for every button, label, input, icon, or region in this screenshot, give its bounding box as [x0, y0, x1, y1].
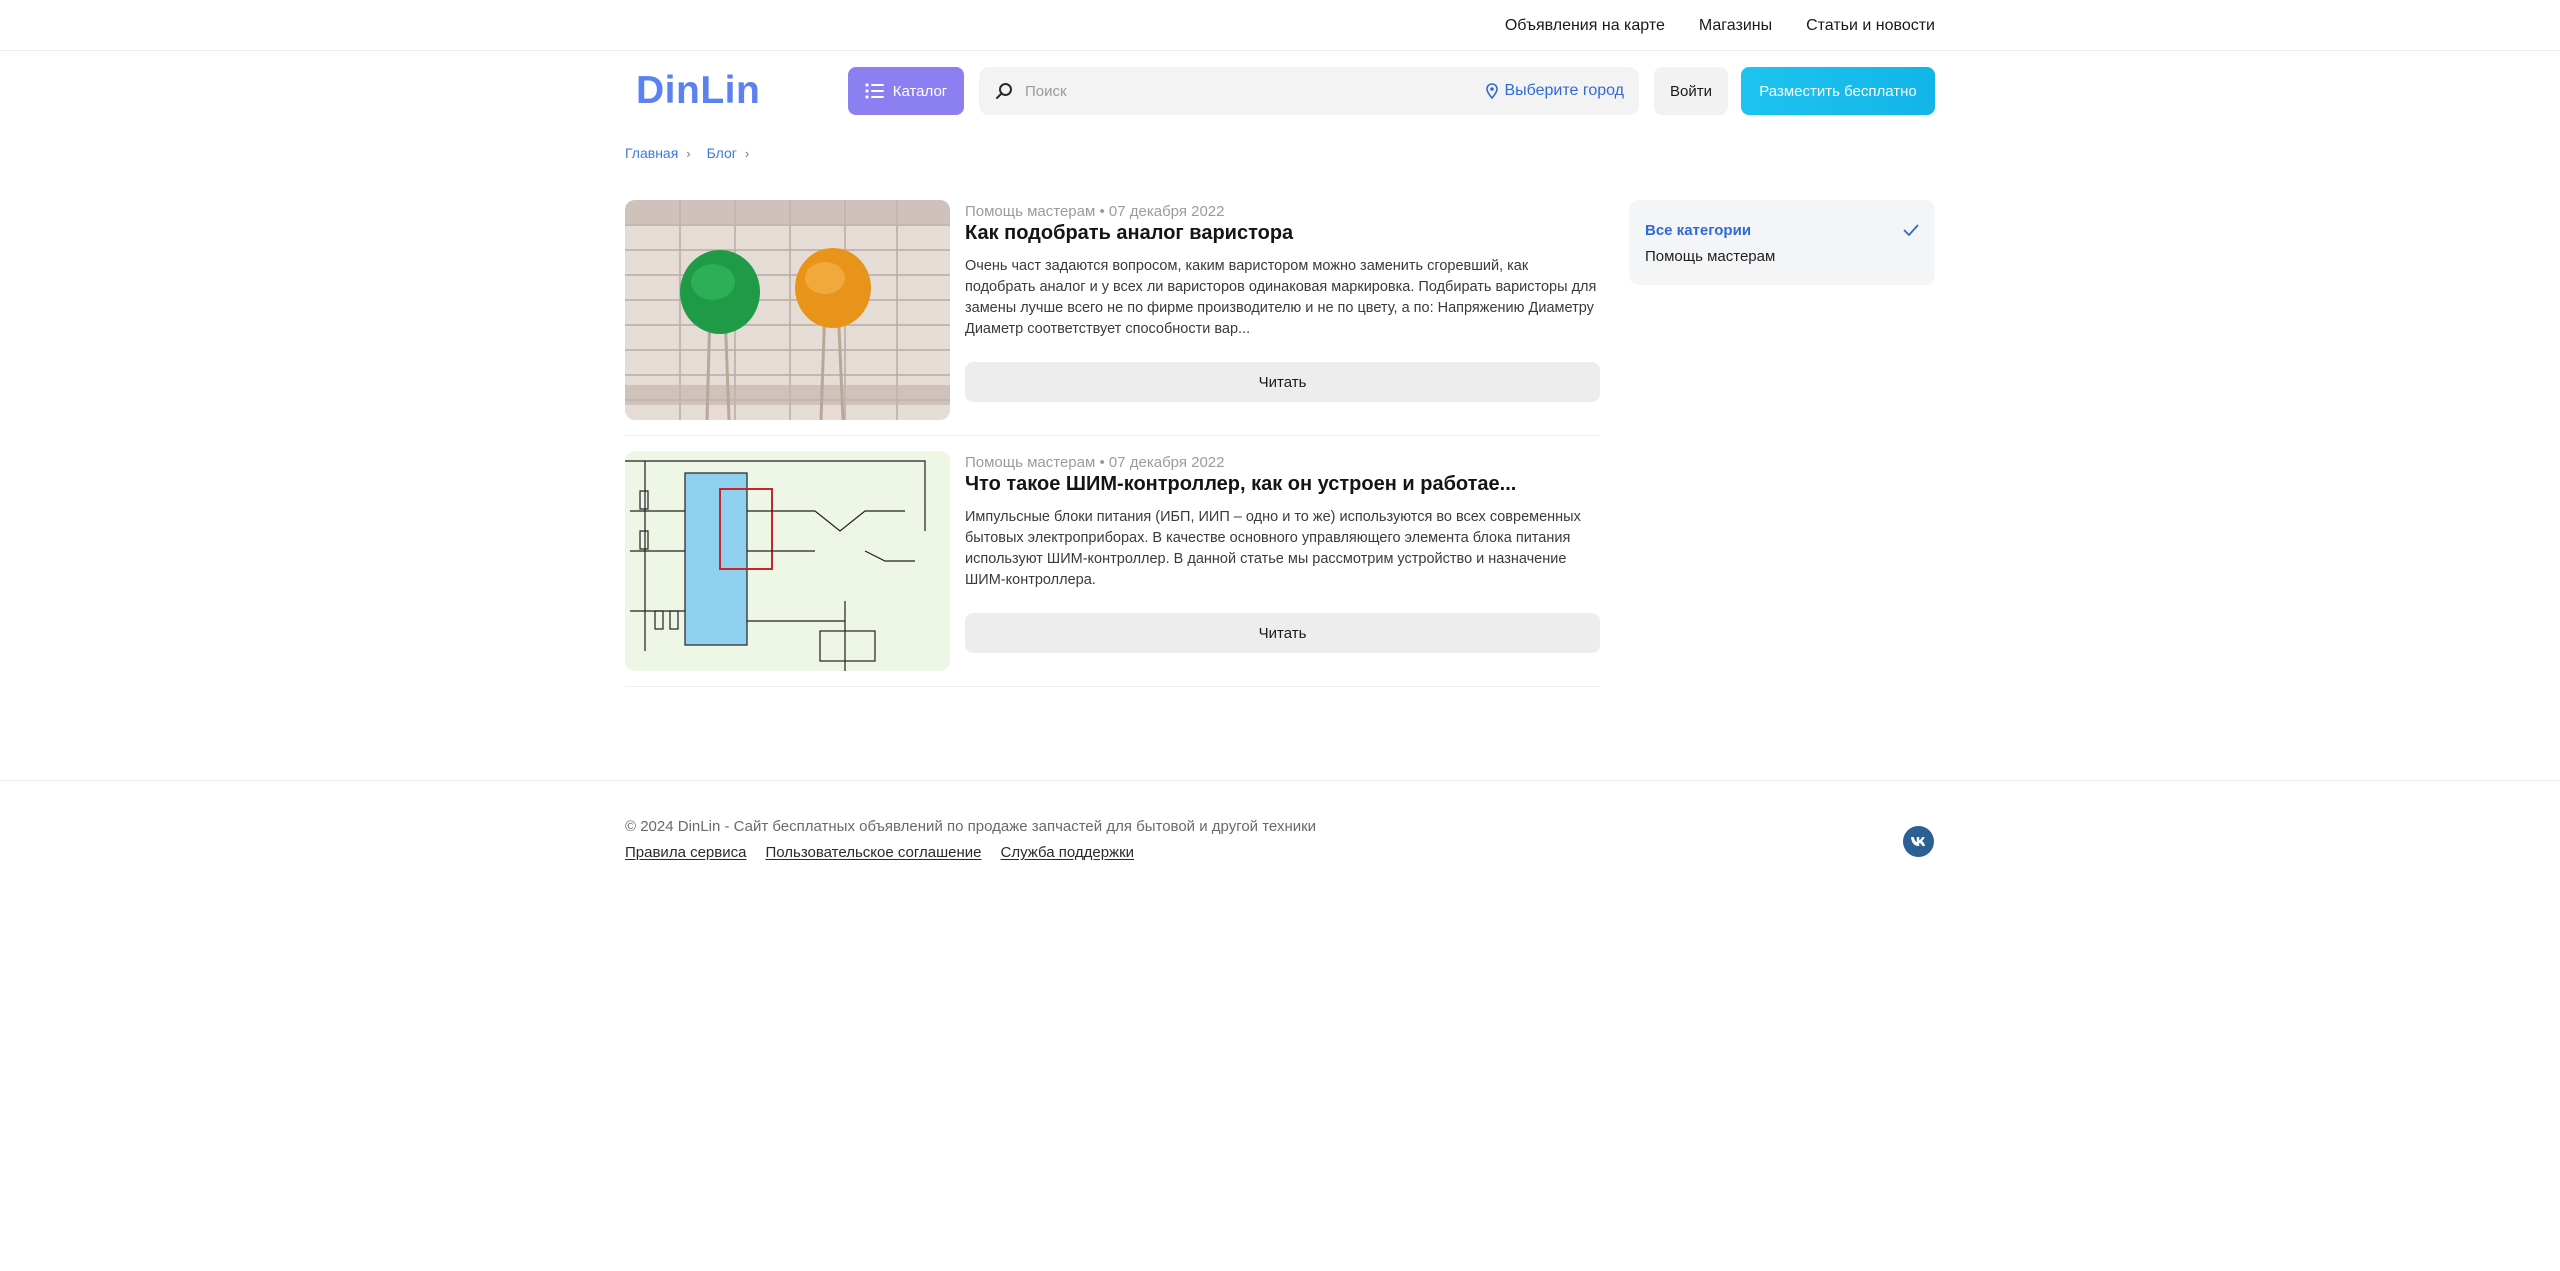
top-bar: Объявления на карте Магазины Статьи и но… [0, 0, 2560, 51]
search-input[interactable] [1025, 67, 1445, 115]
top-link-articles[interactable]: Статьи и новости [1806, 17, 1935, 35]
footer: © 2024 DinLin - Сайт бесплатных объявлен… [0, 780, 2560, 910]
category-label: Помощь мастерам [1645, 247, 1776, 265]
breadcrumb: Главная › Блог › [625, 145, 757, 161]
article-excerpt: Очень част задаются вопросом, каким вари… [965, 258, 1597, 337]
circuit-schematic-icon [625, 451, 950, 671]
footer-links: Правила сервиса Пользовательское соглаше… [625, 844, 1134, 861]
article-card: Помощь мастерам • 07 декабря 2022 Как по… [625, 200, 1600, 436]
checkmark-icon [1903, 224, 1919, 236]
search-icon [996, 83, 1012, 99]
article-card: Помощь мастерам • 07 декабря 2022 Что та… [625, 451, 1600, 687]
category-master-help[interactable]: Помощь мастерам [1645, 243, 1919, 269]
vk-icon[interactable] [1903, 826, 1934, 857]
city-selector[interactable]: Выберите город [1486, 67, 1624, 115]
location-pin-icon [1486, 83, 1499, 99]
catalog-label: Каталог [892, 82, 948, 100]
breadcrumb-blog[interactable]: Блог [707, 145, 737, 161]
footer-link-rules[interactable]: Правила сервиса [625, 844, 746, 861]
varistor-photo-icon [625, 200, 950, 420]
read-button[interactable]: Читать [965, 613, 1600, 653]
chevron-right-icon: › [686, 145, 691, 161]
footer-link-support[interactable]: Служба поддержки [1001, 844, 1135, 861]
logo[interactable]: DinLin [636, 69, 760, 113]
login-button[interactable]: Войти [1654, 67, 1728, 115]
vk-logo-icon [1910, 837, 1925, 846]
article-thumbnail[interactable] [625, 200, 950, 420]
category-all[interactable]: Все категории [1645, 217, 1919, 243]
list-icon [865, 83, 884, 99]
search-bar: Выберите город [979, 67, 1639, 115]
top-nav: Объявления на карте Магазины Статьи и но… [1505, 0, 1935, 51]
category-label: Все категории [1645, 221, 1752, 239]
breadcrumb-home[interactable]: Главная [625, 145, 678, 161]
chevron-right-icon: › [744, 145, 750, 161]
article-meta: Помощь мастерам • 07 декабря 2022 [965, 203, 1225, 220]
article-title[interactable]: Как подобрать аналог варистора [965, 222, 1595, 245]
header: DinLin Каталог Выберите город Войти Разм… [625, 67, 1935, 115]
article-excerpt: Импульсные блоки питания (ИБП, ИИП – одн… [965, 509, 1581, 588]
copyright-text: © 2024 DinLin - Сайт бесплатных объявлен… [625, 818, 1317, 835]
post-ad-button[interactable]: Разместить бесплатно [1741, 67, 1935, 115]
categories-panel: Все категории Помощь мастерам [1629, 200, 1935, 285]
article-title[interactable]: Что такое ШИМ-контроллер, как он устроен… [965, 473, 1595, 496]
city-label: Выберите город [1504, 82, 1624, 99]
catalog-button[interactable]: Каталог [848, 67, 964, 115]
read-button[interactable]: Читать [965, 362, 1600, 402]
article-thumbnail[interactable] [625, 451, 950, 671]
top-link-map[interactable]: Объявления на карте [1505, 17, 1665, 35]
footer-link-agreement[interactable]: Пользовательское соглашение [765, 844, 981, 861]
top-link-shops[interactable]: Магазины [1699, 17, 1772, 35]
article-meta: Помощь мастерам • 07 декабря 2022 [965, 454, 1225, 471]
